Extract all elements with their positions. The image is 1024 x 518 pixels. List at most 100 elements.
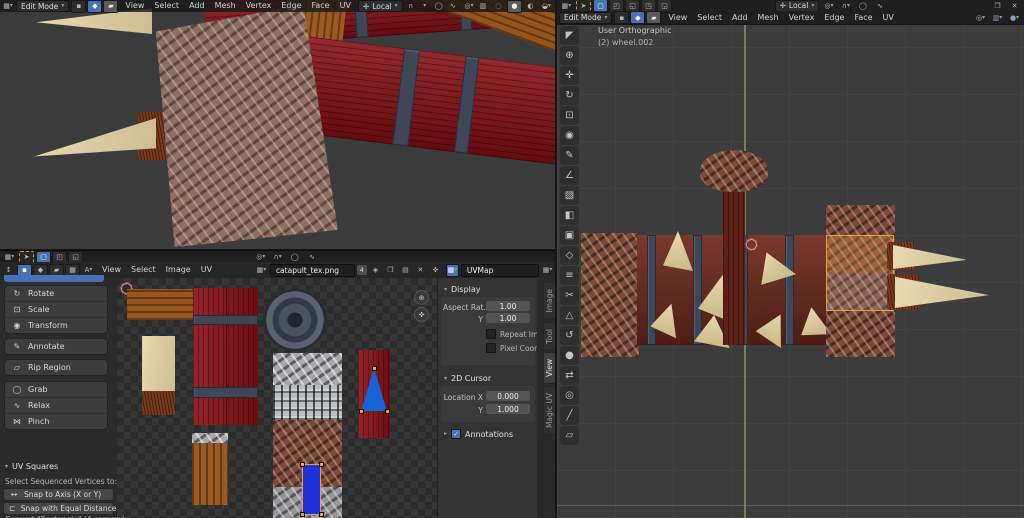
tool-bevel[interactable]: ◇ <box>560 246 579 265</box>
editor-type-icon[interactable]: ▦▾ <box>2 0 14 13</box>
selected-faces-highlight[interactable] <box>826 235 894 311</box>
aspect-x-field[interactable]: 1.00 <box>486 301 530 311</box>
proportional-edit-icon[interactable]: ◯ <box>433 0 445 13</box>
menu-item[interactable]: View <box>663 12 692 24</box>
Pinch[interactable]: ⋈Pinch <box>5 414 107 429</box>
menu-item[interactable]: UV <box>878 12 899 24</box>
Annotate[interactable]: ✎Annotate <box>5 339 107 354</box>
tool-transform[interactable]: ◉ <box>560 126 579 145</box>
display-channels-icon[interactable]: ▦▾ <box>541 264 554 277</box>
select-mode-vertex[interactable]: ▪ <box>71 0 86 13</box>
uv-squares-panel-header[interactable]: ▾UV Squares <box>5 462 58 471</box>
uv-island-bone-strip[interactable] <box>142 336 175 415</box>
menu-item[interactable]: Vertex <box>784 12 820 24</box>
menu-item[interactable]: View <box>120 0 149 12</box>
tool-annotate[interactable]: ✎ <box>560 146 579 165</box>
uv-vertex-handle[interactable] <box>372 366 377 371</box>
uv-vertex-handle[interactable] <box>359 409 364 414</box>
menu-item[interactable]: Face <box>849 12 877 24</box>
tool-cursor[interactable]: ⊕ <box>560 46 579 65</box>
shading-rendered-icon[interactable]: ◒▾ <box>539 0 554 13</box>
annotations-panel-header[interactable]: ▸ ✓ Annotations <box>444 429 513 439</box>
tool-loop-cut[interactable]: ≡ <box>560 266 579 285</box>
menu-item[interactable]: Mesh <box>210 0 241 12</box>
pan-gizmo[interactable]: ✜ <box>414 307 429 322</box>
Rip Region[interactable]: ▱Rip Region <box>5 360 107 375</box>
select-mode-face[interactable]: ▰ <box>103 0 118 13</box>
menu-item[interactable]: Edge <box>276 0 306 12</box>
menu-item[interactable]: Face <box>307 0 335 12</box>
Rotate[interactable]: ↻Rotate <box>5 286 107 302</box>
xray-toggle-icon[interactable]: ▥ <box>477 0 489 13</box>
model-hub-cap[interactable] <box>700 150 768 192</box>
uv-island-wood-plank-horizontal[interactable] <box>127 289 193 320</box>
open-image-icon[interactable]: ▤ <box>399 264 412 277</box>
Grab[interactable]: ◯Grab <box>5 382 107 398</box>
annotations-checkbox[interactable]: ✓ <box>451 429 461 439</box>
shading-solid-icon[interactable]: ● <box>507 0 522 13</box>
tool-knife[interactable]: ✂ <box>560 286 579 305</box>
zoom-gizmo[interactable]: ⊕ <box>414 290 429 305</box>
menu-item[interactable]: UV <box>196 264 217 276</box>
uv-vertex-handle[interactable] <box>319 462 324 467</box>
proportional-falloff-icon[interactable]: ∿ <box>447 0 459 13</box>
menu-item[interactable]: Select <box>149 0 184 12</box>
uv-vertex-handle[interactable] <box>300 462 305 467</box>
menu-item[interactable]: Image <box>161 264 196 276</box>
uvmap-icon[interactable]: ▦▾ <box>446 264 459 277</box>
tool-smooth[interactable]: ● <box>560 346 579 365</box>
Snap with Equal Distance[interactable]: ⊏Snap with Equal Distance <box>3 502 114 515</box>
model-spike-right-upper[interactable] <box>893 245 967 269</box>
uv-island-chain-ring[interactable] <box>263 289 327 351</box>
tool-rotate[interactable]: ↻ <box>560 86 579 105</box>
mode-select[interactable]: Edit Mode▾ <box>559 12 612 24</box>
tool-move-partial[interactable] <box>4 275 104 282</box>
uv-selected-face-triangle[interactable] <box>361 368 387 411</box>
Scale[interactable]: ⊡Scale <box>5 302 107 318</box>
select-mode-vertex[interactable]: ▪ <box>614 11 629 24</box>
show-overlays-icon[interactable]: ◎▾ <box>973 11 988 24</box>
aspect-y-field[interactable]: 1.00 <box>486 313 530 323</box>
viewport-3d-left[interactable]: ▦▾ Edit Mode▾ ▪ ◆ ▰ ViewSelectAddMeshVer… <box>0 0 556 250</box>
area-divider-horizontal[interactable] <box>0 249 556 250</box>
shading-material-icon[interactable]: ◐ <box>523 0 538 13</box>
tool-shrink-fatten[interactable]: ◎ <box>560 386 579 405</box>
scene-left[interactable] <box>0 0 556 250</box>
tool-rip-region[interactable]: ▱ <box>560 426 579 445</box>
shading-wireframe-icon[interactable]: ◌ <box>491 0 506 13</box>
menu-item[interactable]: Select <box>126 264 161 276</box>
model-spike[interactable] <box>663 231 693 271</box>
image-users-badge[interactable]: 4 <box>357 265 367 275</box>
tool-scale[interactable]: ⊡ <box>560 106 579 125</box>
uv-vertex-handle[interactable] <box>319 512 324 517</box>
model-red-beam-right[interactable] <box>297 37 556 165</box>
unlink-image-icon[interactable]: ✕ <box>414 264 427 277</box>
image-browse-icon[interactable]: ▦▾ <box>255 264 268 277</box>
xray-toggle-icon[interactable]: ▥▾ <box>990 11 1005 24</box>
location-y-field[interactable]: 1.000 <box>486 404 530 414</box>
tool-add-cube[interactable]: ▧ <box>560 186 579 205</box>
menu-item[interactable]: UV <box>335 0 356 12</box>
select-mode-edge[interactable]: ◆ <box>630 11 645 24</box>
location-x-field[interactable]: 0.000 <box>486 391 530 401</box>
menu-item[interactable]: Mesh <box>753 12 784 24</box>
tool-inset-faces[interactable]: ▣ <box>560 226 579 245</box>
uvmap-name-field[interactable]: UVMap <box>461 264 539 277</box>
image-name-field[interactable]: catapult_tex.png <box>270 264 355 277</box>
menu-item[interactable]: Edge <box>819 12 849 24</box>
tool-spin[interactable]: ↺ <box>560 326 579 345</box>
transform-orientation[interactable]: ✛Local▾ <box>775 0 820 12</box>
tool-poly-build[interactable]: △ <box>560 306 579 325</box>
menu-item[interactable]: Add <box>727 12 753 24</box>
display-panel-header[interactable]: ▾Display <box>444 285 481 294</box>
area-divider-vertical[interactable] <box>555 0 557 518</box>
new-image-icon[interactable]: ❐ <box>384 264 397 277</box>
tool-select-box[interactable]: ◤ <box>560 26 579 45</box>
select-mode-face[interactable]: ▰ <box>646 11 661 24</box>
tool-shear[interactable]: ╱ <box>560 406 579 425</box>
shading-dropdown-icon[interactable]: ●▾ <box>1007 11 1022 24</box>
Snap to Axis (X or Y)[interactable]: ↔Snap to Axis (X or Y) <box>3 488 114 501</box>
Relax[interactable]: ∿Relax <box>5 398 107 414</box>
uv-island-metal-column[interactable] <box>273 353 342 518</box>
show-overlays-icon[interactable]: ◎▾ <box>463 0 475 13</box>
